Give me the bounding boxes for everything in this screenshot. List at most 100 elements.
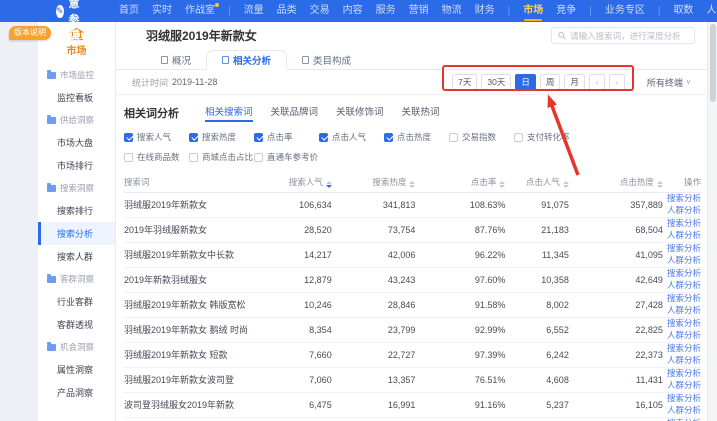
action-link-搜索分析[interactable]: 搜索分析 <box>663 193 701 204</box>
table-row: 羽绒服2019年新款女中长款14,21742,00696.22%11,34541… <box>124 242 701 267</box>
sort-icon[interactable] <box>657 181 663 188</box>
metric-checkbox-在线商品数[interactable]: 在线商品数 <box>124 151 189 163</box>
version-badge[interactable]: 版本说明 <box>9 26 51 40</box>
sort-icon[interactable] <box>326 181 332 188</box>
action-link-人群分析[interactable]: 人群分析 <box>663 205 701 216</box>
action-link-搜索分析[interactable]: 搜索分析 <box>663 343 701 354</box>
metric-checkbox-直通车参考价[interactable]: 直通车参考价 <box>254 151 319 163</box>
sidebar-item-市场大盘[interactable]: 市场大盘 <box>38 131 115 154</box>
action-link-搜索分析[interactable]: 搜索分析 <box>663 268 701 279</box>
column-header-点击率[interactable]: 点击率 <box>415 172 505 192</box>
sidebar-item-市场排行[interactable]: 市场排行 <box>38 154 115 177</box>
action-link-人群分析[interactable]: 人群分析 <box>663 355 701 366</box>
metric-checkbox-点击率[interactable]: 点击率 <box>254 131 319 143</box>
value-cell: 13,357 <box>332 367 416 392</box>
action-link-搜索分析[interactable]: 搜索分析 <box>663 293 701 304</box>
range-button-7天[interactable]: 7天 <box>452 74 477 90</box>
metric-checkbox-交易指数[interactable]: 交易指数 <box>449 131 514 143</box>
word-tab-相关搜索词[interactable]: 相关搜索词 <box>205 104 253 121</box>
scrollbar-thumb[interactable] <box>710 24 716 102</box>
scrollbar[interactable] <box>707 22 717 421</box>
metric-checkbox-点击人气[interactable]: 点击人气 <box>319 131 384 143</box>
word-tab-关联修饰词[interactable]: 关联修饰词 <box>336 104 384 121</box>
range-button-月[interactable]: 月 <box>564 74 585 90</box>
tab-相关分析[interactable]: 相关分析 <box>206 50 287 70</box>
nav-item-实时[interactable]: 实时 <box>152 0 172 22</box>
nav-item-营销[interactable]: 营销 <box>409 0 429 22</box>
metric-checkbox-支付转化率[interactable]: 支付转化率 <box>514 131 579 143</box>
action-link-人群分析[interactable]: 人群分析 <box>663 380 701 391</box>
nav-item-业务专区[interactable]: 业务专区 <box>605 0 645 22</box>
sidebar-group-供给洞察[interactable]: 供给洞察 <box>38 109 115 131</box>
nav-item-物流[interactable]: 物流 <box>442 0 462 22</box>
section-title: 相关词分析 <box>124 105 179 121</box>
action-link-人群分析[interactable]: 人群分析 <box>663 330 701 341</box>
sidebar-group-市场监控[interactable]: 市场监控 <box>38 64 115 86</box>
nav-item-首页[interactable]: 首页 <box>119 0 139 22</box>
search-input[interactable] <box>570 31 688 41</box>
action-link-搜索分析[interactable]: 搜索分析 <box>663 368 701 379</box>
nav-item-作战室[interactable]: 作战室 <box>185 0 215 22</box>
sort-icon[interactable] <box>409 181 415 188</box>
nav-item-人群管理[interactable]: 人群管理 <box>706 0 717 22</box>
sidebar-group-客群洞察[interactable]: 客群洞察 <box>38 268 115 290</box>
sort-icon[interactable] <box>563 181 569 188</box>
range-button-周[interactable]: 周 <box>540 74 561 90</box>
range-button-30天[interactable]: 30天 <box>481 74 511 90</box>
sidebar-item-产品洞察[interactable]: 产品洞察 <box>38 381 115 404</box>
action-link-人群分析[interactable]: 人群分析 <box>663 405 701 416</box>
action-link-人群分析[interactable]: 人群分析 <box>663 280 701 291</box>
sidebar-item-客群透视[interactable]: 客群透视 <box>38 313 115 336</box>
action-link-搜索分析[interactable]: 搜索分析 <box>663 243 701 254</box>
nav-item-取数[interactable]: 取数 <box>673 0 693 22</box>
action-link-人群分析[interactable]: 人群分析 <box>663 305 701 316</box>
sort-up-caret <box>657 181 663 184</box>
sort-icon[interactable] <box>499 181 505 188</box>
metric-label: 交易指数 <box>462 131 496 143</box>
nav-item-市场[interactable]: 市场 <box>523 0 543 22</box>
brand[interactable]: ✎ 生意参谋 <box>56 0 85 43</box>
nav-item-流量[interactable]: 流量 <box>244 0 264 22</box>
action-link-人群分析[interactable]: 人群分析 <box>663 255 701 266</box>
range-next-button[interactable]: › <box>609 74 625 90</box>
metric-checkbox-商城点击占比[interactable]: 商城点击占比 <box>189 151 254 163</box>
sidebar-group-搜索洞察[interactable]: 搜索洞察 <box>38 177 115 199</box>
sidebar-group-机会洞察[interactable]: 机会洞察 <box>38 336 115 358</box>
column-header-点击热度[interactable]: 点击热度 <box>569 172 663 192</box>
word-tab-关联品牌词[interactable]: 关联品牌词 <box>271 104 319 121</box>
nav-item-竞争[interactable]: 竞争 <box>556 0 576 22</box>
nav-item-内容[interactable]: 内容 <box>343 0 363 22</box>
sidebar-item-行业客群[interactable]: 行业客群 <box>38 290 115 313</box>
metric-checkbox-点击热度[interactable]: 点击热度 <box>384 131 449 143</box>
column-header-搜索热度[interactable]: 搜索热度 <box>332 172 416 192</box>
metric-checkbox-搜索热度[interactable]: 搜索热度 <box>189 131 254 143</box>
file-icon <box>222 56 229 64</box>
sidebar-item-监控看板[interactable]: 监控看板 <box>38 86 115 109</box>
nav-separator: | <box>508 6 511 17</box>
tab-类目构成[interactable]: 类目构成 <box>287 50 366 69</box>
sidebar-item-搜索分析[interactable]: 搜索分析 <box>38 222 115 245</box>
column-header-搜索人气[interactable]: 搜索人气 <box>262 172 331 192</box>
sidebar-item-搜索人群[interactable]: 搜索人群 <box>38 245 115 268</box>
tab-label: 类目构成 <box>313 53 351 67</box>
metric-checkbox-搜索人气[interactable]: 搜索人气 <box>124 131 189 143</box>
range-button-日[interactable]: 日 <box>515 74 536 90</box>
action-cell: 搜索分析人群分析 <box>663 342 701 367</box>
nav-item-财务[interactable]: 财务 <box>475 0 495 22</box>
column-header-点击人气[interactable]: 点击人气 <box>505 172 568 192</box>
nav-item-品类[interactable]: 品类 <box>277 0 297 22</box>
value-cell: 14,217 <box>262 242 331 267</box>
action-link-搜索分析[interactable]: 搜索分析 <box>663 318 701 329</box>
action-link-人群分析[interactable]: 人群分析 <box>663 230 701 241</box>
action-link-搜索分析[interactable]: 搜索分析 <box>663 393 701 404</box>
value-cell: 4,608 <box>505 367 568 392</box>
tab-概况[interactable]: 概况 <box>146 50 206 69</box>
action-link-搜索分析[interactable]: 搜索分析 <box>663 218 701 229</box>
terminal-dropdown[interactable]: 所有终端 ∨ <box>647 76 691 89</box>
nav-item-交易[interactable]: 交易 <box>310 0 330 22</box>
word-tab-关联热词[interactable]: 关联热词 <box>402 104 440 121</box>
nav-item-服务[interactable]: 服务 <box>376 0 396 22</box>
range-prev-button[interactable]: ‹ <box>589 74 605 90</box>
sidebar-item-属性洞察[interactable]: 属性洞察 <box>38 358 115 381</box>
sidebar-item-搜索排行[interactable]: 搜索排行 <box>38 199 115 222</box>
